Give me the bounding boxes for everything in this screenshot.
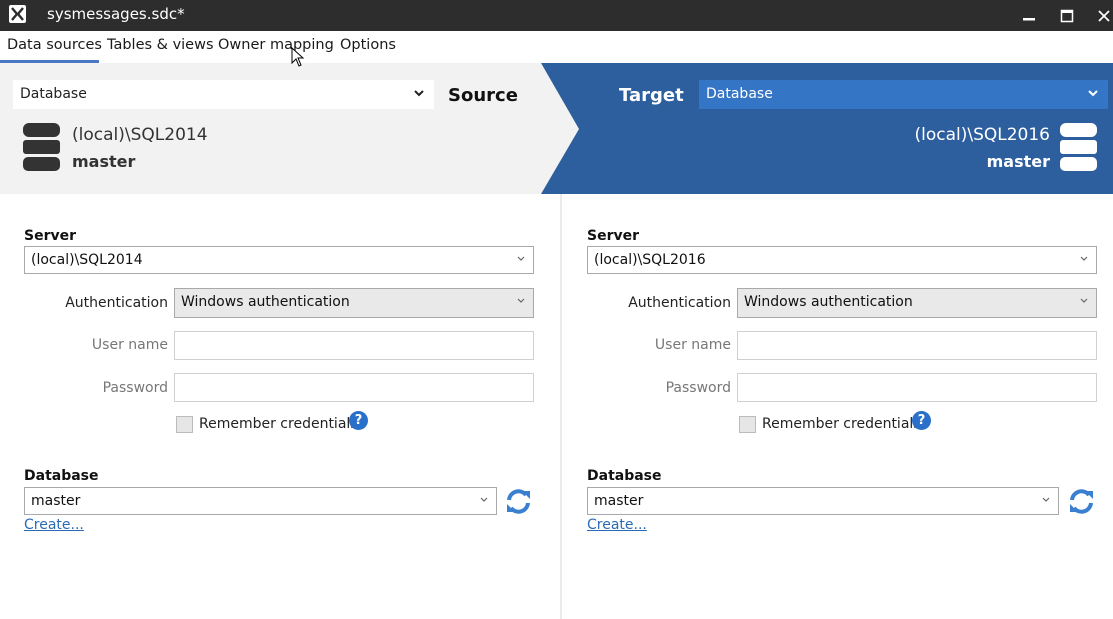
maximize-button[interactable] — [1050, 0, 1084, 31]
chevron-down-icon — [1042, 497, 1050, 502]
close-icon — [1098, 9, 1110, 22]
database-label: Database — [587, 468, 662, 484]
target-connection-panel: Server (local)\SQL2016 Authentication Wi… — [563, 194, 1113, 619]
chevron-down-icon — [517, 256, 525, 261]
source-database-combo[interactable]: master — [24, 487, 497, 515]
target-database-name: master — [986, 152, 1050, 171]
chevron-down-icon — [1080, 298, 1088, 303]
username-label: User name — [91, 337, 168, 353]
source-target-header: Database Source Target Database (local)\… — [0, 63, 1113, 194]
authentication-label: Authentication — [65, 295, 168, 311]
source-remember-credentials-checkbox[interactable] — [176, 416, 193, 433]
target-username-input[interactable] — [737, 331, 1097, 360]
mouse-cursor-icon — [291, 47, 305, 67]
create-database-link[interactable]: Create... — [587, 517, 647, 533]
password-label: Password — [102, 380, 168, 396]
remember-credentials-label[interactable]: Remember credentials — [762, 416, 921, 432]
source-password-input[interactable] — [174, 373, 534, 402]
chevron-down-icon — [414, 90, 424, 97]
remember-credentials-label[interactable]: Remember credentials — [199, 416, 358, 432]
refresh-icon[interactable] — [505, 488, 532, 515]
tab-data-sources[interactable]: Data sources — [7, 37, 102, 53]
database-label: Database — [24, 468, 99, 484]
chevron-down-icon — [1080, 256, 1088, 261]
tab-bar: Data sources Tables & views Owner mappin… — [0, 31, 1113, 63]
minimize-button[interactable] — [1012, 0, 1046, 31]
tab-owner-mapping[interactable]: Owner mapping — [218, 37, 334, 53]
refresh-icon[interactable] — [1068, 488, 1095, 515]
username-label: User name — [654, 337, 731, 353]
source-server-name: (local)\SQL2014 — [72, 125, 208, 145]
maximize-icon — [1060, 9, 1074, 22]
target-remember-credentials-checkbox[interactable] — [739, 416, 756, 433]
database-icon — [23, 123, 60, 171]
target-authentication-select[interactable]: Windows authentication — [737, 288, 1097, 318]
server-label: Server — [587, 228, 640, 244]
target-server-name: (local)\SQL2016 — [914, 125, 1050, 145]
title-bar: sysmessages.sdc* — [0, 0, 1113, 31]
source-username-input[interactable] — [174, 331, 534, 360]
app-logo-icon — [9, 5, 26, 23]
target-password-input[interactable] — [737, 373, 1097, 402]
source-database-name: master — [72, 152, 136, 171]
tab-tables-views[interactable]: Tables & views — [107, 37, 214, 53]
source-type-select[interactable]: Database — [13, 80, 434, 109]
source-connection-panel: Server (local)\SQL2014 Authentication Wi… — [0, 194, 556, 619]
target-database-combo[interactable]: master — [587, 487, 1059, 515]
source-authentication-select[interactable]: Windows authentication — [174, 288, 534, 318]
tab-options[interactable]: Options — [340, 37, 396, 53]
panel-divider — [560, 194, 562, 619]
chevron-down-icon — [1088, 90, 1098, 97]
chevron-down-icon — [480, 497, 488, 502]
chevron-down-icon — [517, 298, 525, 303]
database-icon — [1060, 123, 1097, 171]
help-icon[interactable]: ? — [912, 411, 931, 430]
source-server-combo[interactable]: (local)\SQL2014 — [24, 246, 534, 274]
target-label: Target — [619, 85, 684, 106]
window-title: sysmessages.sdc* — [47, 5, 185, 23]
create-database-link[interactable]: Create... — [24, 517, 84, 533]
password-label: Password — [665, 380, 731, 396]
target-type-select[interactable]: Database — [699, 80, 1108, 109]
server-label: Server — [24, 228, 77, 244]
target-server-combo[interactable]: (local)\SQL2016 — [587, 246, 1097, 274]
source-label: Source — [448, 85, 518, 106]
minimize-icon — [1023, 17, 1035, 20]
help-icon[interactable]: ? — [349, 411, 368, 430]
authentication-label: Authentication — [628, 295, 731, 311]
close-button[interactable] — [1087, 0, 1113, 31]
